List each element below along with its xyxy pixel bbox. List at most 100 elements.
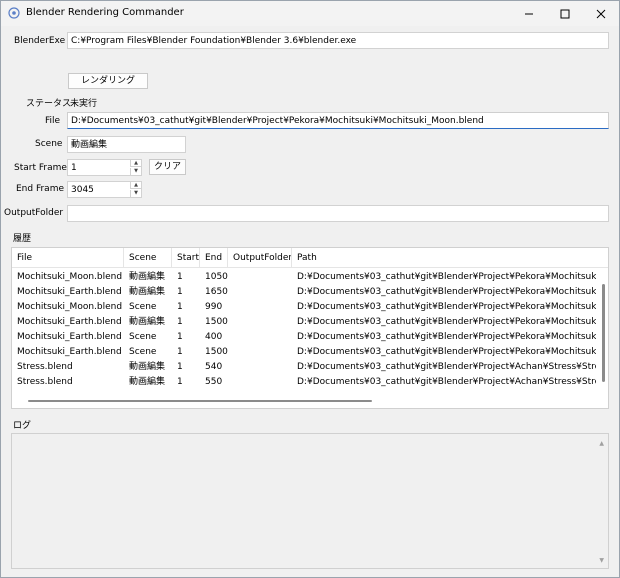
maximize-icon xyxy=(560,9,570,18)
column-header-end[interactable]: End xyxy=(200,248,228,268)
cell-scene: Scene xyxy=(129,332,157,342)
cell-end: 400 xyxy=(205,332,223,342)
app-window: Blender Rendering Commander BlenderExe C… xyxy=(0,0,620,578)
blender-exe-field[interactable]: C:¥Program Files¥Blender Foundation¥Blen… xyxy=(67,32,609,49)
scroll-up-icon[interactable]: ▲ xyxy=(599,440,604,447)
cell-file: Mochitsuki_Earth.blend xyxy=(17,332,122,342)
cell-path: D:¥Documents¥03_cathut¥git¥Blender¥Proje… xyxy=(297,317,596,327)
log-area[interactable]: ▲ ▼ xyxy=(11,433,609,569)
end-frame-value: 3045 xyxy=(71,185,94,195)
cell-scene: Scene xyxy=(129,302,157,312)
table-row[interactable]: Stress.blend 動画編集 1 550 D:¥Documents¥03_cath… xyxy=(12,375,596,390)
history-horizontal-scrollbar[interactable] xyxy=(28,400,372,402)
close-icon xyxy=(596,9,606,18)
cell-start: 1 xyxy=(177,362,183,372)
table-row[interactable]: Mochitsuki_Earth.blend Scene 1 1500 D:¥Docum… xyxy=(12,345,596,360)
cell-path: D:¥Documents¥03_cathut¥git¥Blender¥Proje… xyxy=(297,302,596,312)
history-vertical-scrollbar[interactable] xyxy=(602,284,605,382)
cell-start: 1 xyxy=(177,317,183,327)
cell-start: 1 xyxy=(177,332,183,342)
cell-output-folder xyxy=(228,270,292,285)
cell-end: 1500 xyxy=(205,347,228,357)
cell-path: D:¥Documents¥03_cathut¥git¥Blender¥Proje… xyxy=(297,332,596,342)
clear-button[interactable]: クリア xyxy=(149,159,186,175)
output-folder-label: OutputFolder xyxy=(4,208,64,218)
cell-start: 1 xyxy=(177,302,183,312)
scene-label: Scene xyxy=(35,139,63,149)
blender-exe-label: BlenderExe xyxy=(14,36,66,46)
log-label: ログ xyxy=(13,421,32,431)
end-frame-up-icon[interactable]: ▲ xyxy=(130,182,141,189)
status-label: ステータス xyxy=(26,99,72,109)
cell-file: Mochitsuki_Moon.blend xyxy=(17,272,123,282)
end-frame-stepper[interactable]: 3045 ▲ ▼ xyxy=(67,181,142,198)
cell-output-folder xyxy=(228,375,292,390)
cell-path: D:¥Documents¥03_cathut¥git¥Blender¥Proje… xyxy=(297,377,596,387)
cell-output-folder xyxy=(228,360,292,375)
table-row[interactable]: Mochitsuki_Earth.blend 動画編集 1 1650 D:¥Docume… xyxy=(12,285,596,300)
table-row[interactable]: Mochitsuki_Moon.blend Scene 1 990 D:¥Documen… xyxy=(12,300,596,315)
cell-scene: 動画編集 xyxy=(129,362,166,372)
cell-path: D:¥Documents¥03_cathut¥git¥Blender¥Proje… xyxy=(297,272,596,282)
cell-end: 540 xyxy=(205,362,223,372)
minimize-icon xyxy=(525,13,533,14)
cell-output-folder xyxy=(228,315,292,330)
column-header-file[interactable]: File xyxy=(12,248,124,268)
cell-scene: 動画編集 xyxy=(129,272,166,282)
cell-scene: 動画編集 xyxy=(129,317,166,327)
column-header-path[interactable]: Path xyxy=(292,248,608,268)
cell-output-folder xyxy=(228,330,292,345)
cell-path: D:¥Documents¥03_cathut¥git¥Blender¥Proje… xyxy=(297,362,596,372)
cell-end: 1500 xyxy=(205,317,228,327)
output-folder-field[interactable] xyxy=(67,205,609,222)
table-row[interactable]: Mochitsuki_Earth.blend Scene 1 400 D:¥Docume… xyxy=(12,330,596,345)
cell-start: 1 xyxy=(177,287,183,297)
end-frame-label: End Frame xyxy=(16,184,65,194)
cell-scene: 動画編集 xyxy=(129,287,166,297)
cell-scene: Scene xyxy=(129,347,157,357)
cell-end: 990 xyxy=(205,302,223,312)
end-frame-down-icon[interactable]: ▼ xyxy=(130,190,141,197)
cell-output-folder xyxy=(228,300,292,315)
minimize-button[interactable] xyxy=(511,1,547,26)
cell-end: 550 xyxy=(205,377,223,387)
column-header-scene[interactable]: Scene xyxy=(124,248,172,268)
status-value: 未実行 xyxy=(70,99,98,109)
table-row[interactable]: Stress.blend 動画編集 1 540 D:¥Documents¥03_cath… xyxy=(12,360,596,375)
column-header-output-folder[interactable]: OutputFolder xyxy=(228,248,292,268)
history-label: 履歴 xyxy=(13,234,32,244)
file-field[interactable]: D:¥Documents¥03_cathut¥git¥Blender¥Proje… xyxy=(67,112,609,129)
cell-file: Stress.blend xyxy=(17,377,73,387)
table-row[interactable]: Mochitsuki_Earth.blend 動画編集 1 1500 D:¥Docume… xyxy=(12,315,596,330)
cell-scene: 動画編集 xyxy=(129,377,166,387)
cell-file: Mochitsuki_Earth.blend xyxy=(17,347,122,357)
title-bar[interactable]: Blender Rendering Commander xyxy=(1,1,619,26)
start-frame-down-icon[interactable]: ▼ xyxy=(130,168,141,175)
cell-end: 1050 xyxy=(205,272,228,282)
column-header-start[interactable]: Start xyxy=(172,248,200,268)
cell-file: Mochitsuki_Earth.blend xyxy=(17,317,122,327)
cell-output-folder xyxy=(228,345,292,360)
maximize-button[interactable] xyxy=(547,1,583,26)
scene-field[interactable]: 動画編集 xyxy=(67,136,186,153)
cell-path: D:¥Documents¥03_cathut¥git¥Blender¥Proje… xyxy=(297,347,596,357)
cell-path: D:¥Documents¥03_cathut¥git¥Blender¥Proje… xyxy=(297,287,596,297)
cell-start: 1 xyxy=(177,347,183,357)
start-frame-up-icon[interactable]: ▲ xyxy=(130,160,141,167)
start-frame-stepper[interactable]: 1 ▲ ▼ xyxy=(67,159,142,176)
render-button[interactable]: レンダリング xyxy=(68,73,148,89)
blender-commander-icon xyxy=(8,7,20,19)
start-frame-label: Start Frame xyxy=(14,163,67,173)
cell-end: 1650 xyxy=(205,287,228,297)
file-label: File xyxy=(45,116,61,126)
table-row[interactable]: Mochitsuki_Moon.blend 動画編集 1 1050 D:¥Documen… xyxy=(12,270,596,285)
cell-file: Mochitsuki_Earth.blend xyxy=(17,287,122,297)
close-button[interactable] xyxy=(583,1,619,26)
history-list[interactable]: File Scene Start End OutputFolder Path M… xyxy=(11,247,609,409)
cell-file: Stress.blend xyxy=(17,362,73,372)
window-title: Blender Rendering Commander xyxy=(26,7,184,18)
scroll-down-icon[interactable]: ▼ xyxy=(599,557,604,564)
cell-start: 1 xyxy=(177,272,183,282)
cell-output-folder xyxy=(228,285,292,300)
start-frame-value: 1 xyxy=(71,163,77,173)
